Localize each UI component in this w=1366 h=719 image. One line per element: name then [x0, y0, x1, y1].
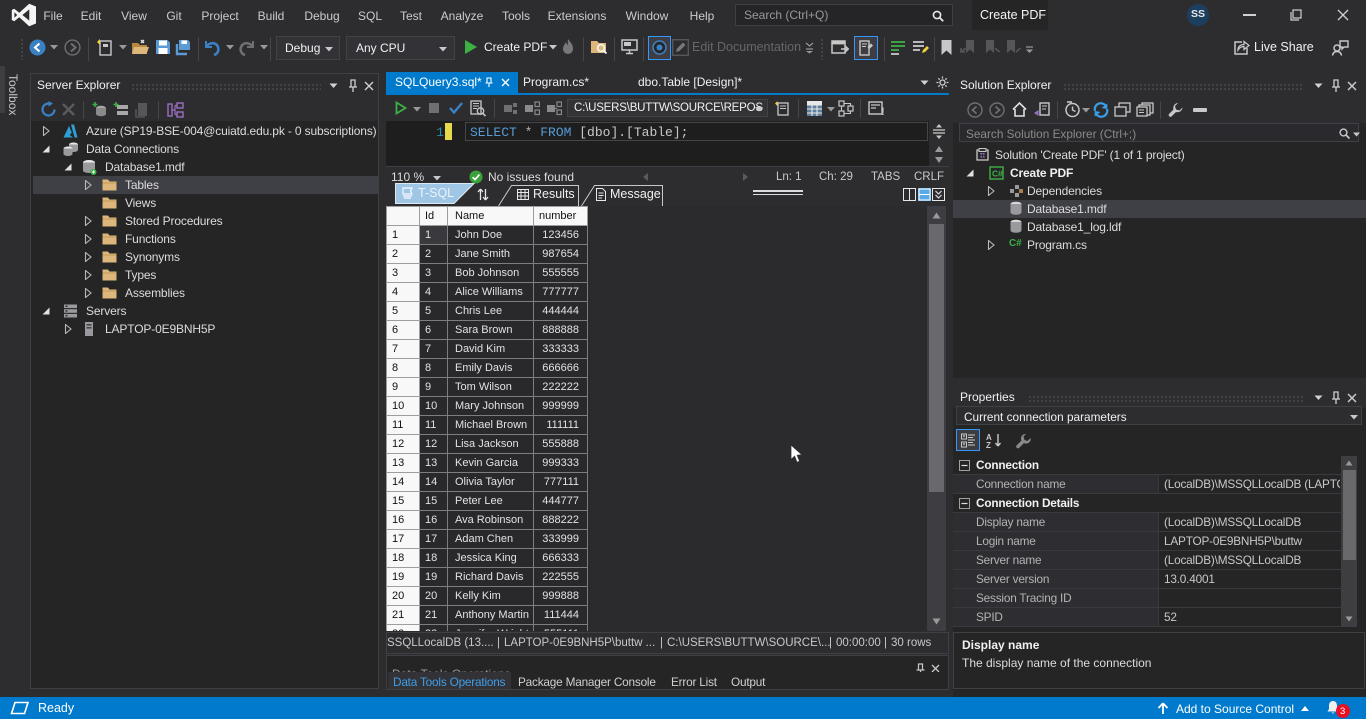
svg-text:Z: Z	[986, 441, 991, 449]
svg-text:C#: C#	[992, 169, 1003, 179]
svg-text:!: !	[881, 106, 885, 117]
